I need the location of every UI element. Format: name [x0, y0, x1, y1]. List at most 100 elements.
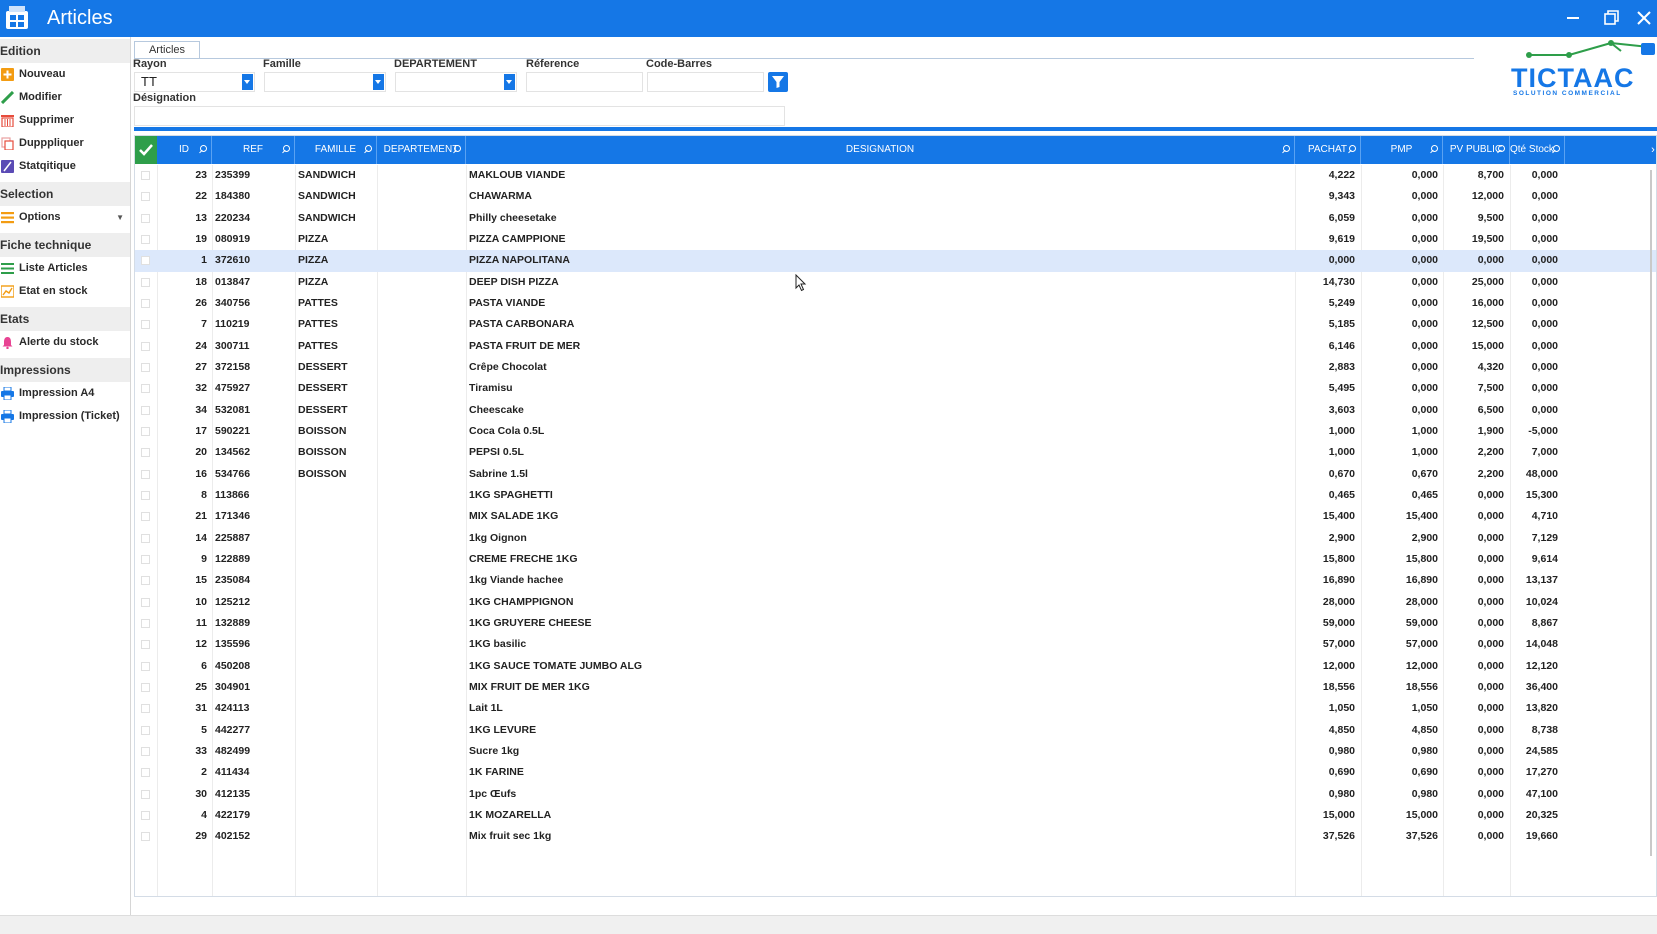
search-icon[interactable] — [1496, 145, 1506, 155]
table-row[interactable]: 33 482499 Sucre 1kg 0,980 0,980 0,000 24,585 — [135, 741, 1656, 762]
table-row[interactable]: 9 122889 CREME FRECHE 1KG 15,800 15,800 0,000… — [135, 549, 1656, 570]
row-checkbox[interactable] — [141, 810, 150, 820]
table-row[interactable]: 20 134562 BOISSON PEPSI 0.5L 1,000 1,000 2,200… — [135, 442, 1656, 463]
row-checkbox[interactable] — [141, 490, 150, 500]
search-icon[interactable] — [1281, 145, 1291, 155]
table-row[interactable]: 19 080919 PIZZA PIZZA CAMPPIONE 9,619 0,000 19… — [135, 229, 1656, 250]
table-row[interactable]: 1 372610 PIZZA PIZZA NAPOLITANA 0,000 0,000 0,… — [135, 250, 1656, 272]
col-header-departement[interactable]: DEPARTEMENT — [377, 136, 466, 164]
table-row[interactable]: 24 300711 PATTES PASTA FRUIT DE MER 6,146 0,0… — [135, 336, 1656, 357]
table-row[interactable]: 2 411434 1K FARINE 0,690 0,690 0,000 17,270 — [135, 762, 1656, 783]
row-checkbox[interactable] — [141, 192, 150, 202]
table-row[interactable]: 17 590221 BOISSON Coca Cola 0.5L 1,000 1,000 1… — [135, 421, 1656, 442]
table-row[interactable]: 15 235084 1kg Viande hachee 16,890 16,890 0,0… — [135, 570, 1656, 591]
table-row[interactable]: 27 372158 DESSERT Crêpe Chocolat 2,883 0,000 4… — [135, 357, 1656, 378]
search-icon[interactable] — [198, 145, 208, 155]
row-checkbox[interactable] — [141, 213, 150, 223]
table-row[interactable]: 14 225887 1kg Oignon 2,900 2,900 0,000 7,129 — [135, 528, 1656, 549]
designation-input[interactable] — [134, 106, 785, 126]
filter-button[interactable] — [768, 72, 788, 92]
row-checkbox[interactable] — [141, 725, 150, 735]
sidebar-item-etat-en-stock[interactable]: Etat en stock — [0, 280, 130, 303]
table-row[interactable]: 34 532081 DESSERT Cheescake 3,603 0,000 6,500 0… — [135, 400, 1656, 421]
row-checkbox[interactable] — [141, 171, 150, 180]
row-checkbox[interactable] — [141, 234, 150, 244]
col-header-pachat[interactable]: PACHAT — [1295, 136, 1361, 164]
row-checkbox[interactable] — [141, 554, 150, 564]
table-row[interactable]: 21 171346 MIX SALADE 1KG 15,400 15,400 0,000 4… — [135, 506, 1656, 527]
col-header-qte-stock[interactable]: Qté Stock — [1510, 136, 1565, 164]
table-row[interactable]: 30 412135 1pc Œufs 0,980 0,980 0,000 47,100 — [135, 784, 1656, 805]
row-checkbox[interactable] — [141, 448, 150, 458]
code-barres-input[interactable] — [647, 72, 764, 92]
chevron-down-icon[interactable] — [504, 74, 515, 90]
close-button[interactable] — [1634, 8, 1654, 28]
reference-input[interactable] — [526, 72, 643, 92]
sidebar-item-options[interactable]: Options ▼ — [0, 206, 130, 229]
sidebar-item-nouveau[interactable]: Nouveau — [0, 63, 130, 86]
row-checkbox[interactable] — [141, 362, 150, 372]
row-checkbox[interactable] — [141, 640, 150, 650]
famille-select[interactable] — [264, 72, 386, 92]
table-row[interactable]: 26 340756 PATTES PASTA VIANDE 5,249 0,000 16,0… — [135, 293, 1656, 314]
row-checkbox[interactable] — [141, 682, 150, 692]
row-checkbox[interactable] — [141, 512, 150, 522]
sidebar-item-supprimer[interactable]: Supprimer — [0, 109, 130, 132]
scroll-right-arrow[interactable]: › — [1648, 136, 1656, 164]
search-icon[interactable] — [452, 145, 462, 155]
table-row[interactable]: 31 424113 Lait 1L 1,050 1,050 0,000 13,820 — [135, 698, 1656, 719]
row-checkbox[interactable] — [141, 341, 150, 351]
search-icon[interactable] — [1429, 145, 1439, 155]
rayon-select[interactable]: TT — [134, 72, 255, 92]
row-checkbox[interactable] — [141, 746, 150, 756]
col-header-pv-public[interactable]: PV PUBLIC — [1443, 136, 1510, 164]
row-checkbox[interactable] — [141, 405, 150, 415]
departement-select[interactable] — [395, 72, 517, 92]
chevron-down-icon[interactable] — [242, 74, 253, 90]
row-checkbox[interactable] — [141, 618, 150, 628]
row-checkbox[interactable] — [141, 597, 150, 607]
row-checkbox[interactable] — [141, 533, 150, 543]
row-checkbox[interactable] — [141, 320, 150, 330]
vertical-scrollbar[interactable] — [1647, 166, 1655, 896]
row-checkbox[interactable] — [141, 768, 150, 778]
table-row[interactable]: 16 534766 BOISSON Sabrine 1.5l 0,670 0,670 2,2… — [135, 464, 1656, 485]
search-icon[interactable] — [1551, 145, 1561, 155]
sidebar-item-liste-articles[interactable]: Liste Articles — [0, 257, 130, 280]
chevron-down-icon[interactable] — [373, 74, 384, 90]
table-row[interactable]: 13 220234 SANDWICH Philly cheesetake 6,059 0,… — [135, 208, 1656, 229]
row-checkbox[interactable] — [141, 298, 150, 308]
table-row[interactable]: 32 475927 DESSERT Tiramisu 5,495 0,000 7,500 0,… — [135, 378, 1656, 399]
restore-button[interactable] — [1601, 8, 1621, 28]
col-header-id[interactable]: ID — [157, 136, 212, 164]
sidebar-item-impression-ticket[interactable]: Impression (Ticket) — [0, 405, 130, 428]
col-header-famille[interactable]: FAMILLE — [295, 136, 377, 164]
sidebar-item-impression-a4[interactable]: Impression A4 — [0, 382, 130, 405]
table-row[interactable]: 6 450208 1KG SAUCE TOMATE JUMBO ALG 12,000 1… — [135, 656, 1656, 677]
table-row[interactable]: 25 304901 MIX FRUIT DE MER 1KG 18,556 18,556… — [135, 677, 1656, 698]
table-row[interactable]: 12 135596 1KG basilic 57,000 57,000 0,000 14,0… — [135, 634, 1656, 655]
search-icon[interactable] — [1347, 145, 1357, 155]
table-row[interactable]: 7 110219 PATTES PASTA CARBONARA 5,185 0,000 12… — [135, 314, 1656, 335]
select-all-checkbox[interactable] — [135, 136, 157, 164]
row-checkbox[interactable] — [141, 469, 150, 479]
table-row[interactable]: 18 013847 PIZZA DEEP DISH PIZZA 14,730 0,000 2… — [135, 272, 1656, 293]
row-checkbox[interactable] — [141, 661, 150, 671]
row-checkbox[interactable] — [141, 256, 150, 266]
row-checkbox[interactable] — [141, 832, 150, 842]
row-checkbox[interactable] — [141, 426, 150, 436]
table-row[interactable]: 4 422179 1K MOZARELLA 15,000 15,000 0,000 20,3… — [135, 805, 1656, 826]
col-header-pmp[interactable]: PMP — [1361, 136, 1443, 164]
table-row[interactable]: 23 235399 SANDWICH MAKLOUB VIANDE 4,222 0,000… — [135, 165, 1656, 186]
row-checkbox[interactable] — [141, 704, 150, 714]
row-checkbox[interactable] — [141, 384, 150, 394]
col-header-designation[interactable]: DESIGNATION — [466, 136, 1295, 164]
table-row[interactable]: 29 402152 Mix fruit sec 1kg 37,526 37,526 0,0… — [135, 826, 1656, 847]
table-row[interactable]: 5 442277 1KG LEVURE 4,850 4,850 0,000 8,738 — [135, 720, 1656, 741]
row-checkbox[interactable] — [141, 277, 150, 287]
table-row[interactable]: 10 125212 1KG CHAMPPIGNON 28,000 28,000 0,000… — [135, 592, 1656, 613]
minimize-button[interactable] — [1563, 8, 1583, 28]
scrollbar-thumb[interactable] — [1650, 170, 1652, 856]
row-checkbox[interactable] — [141, 789, 150, 799]
col-header-ref[interactable]: REF — [212, 136, 295, 164]
